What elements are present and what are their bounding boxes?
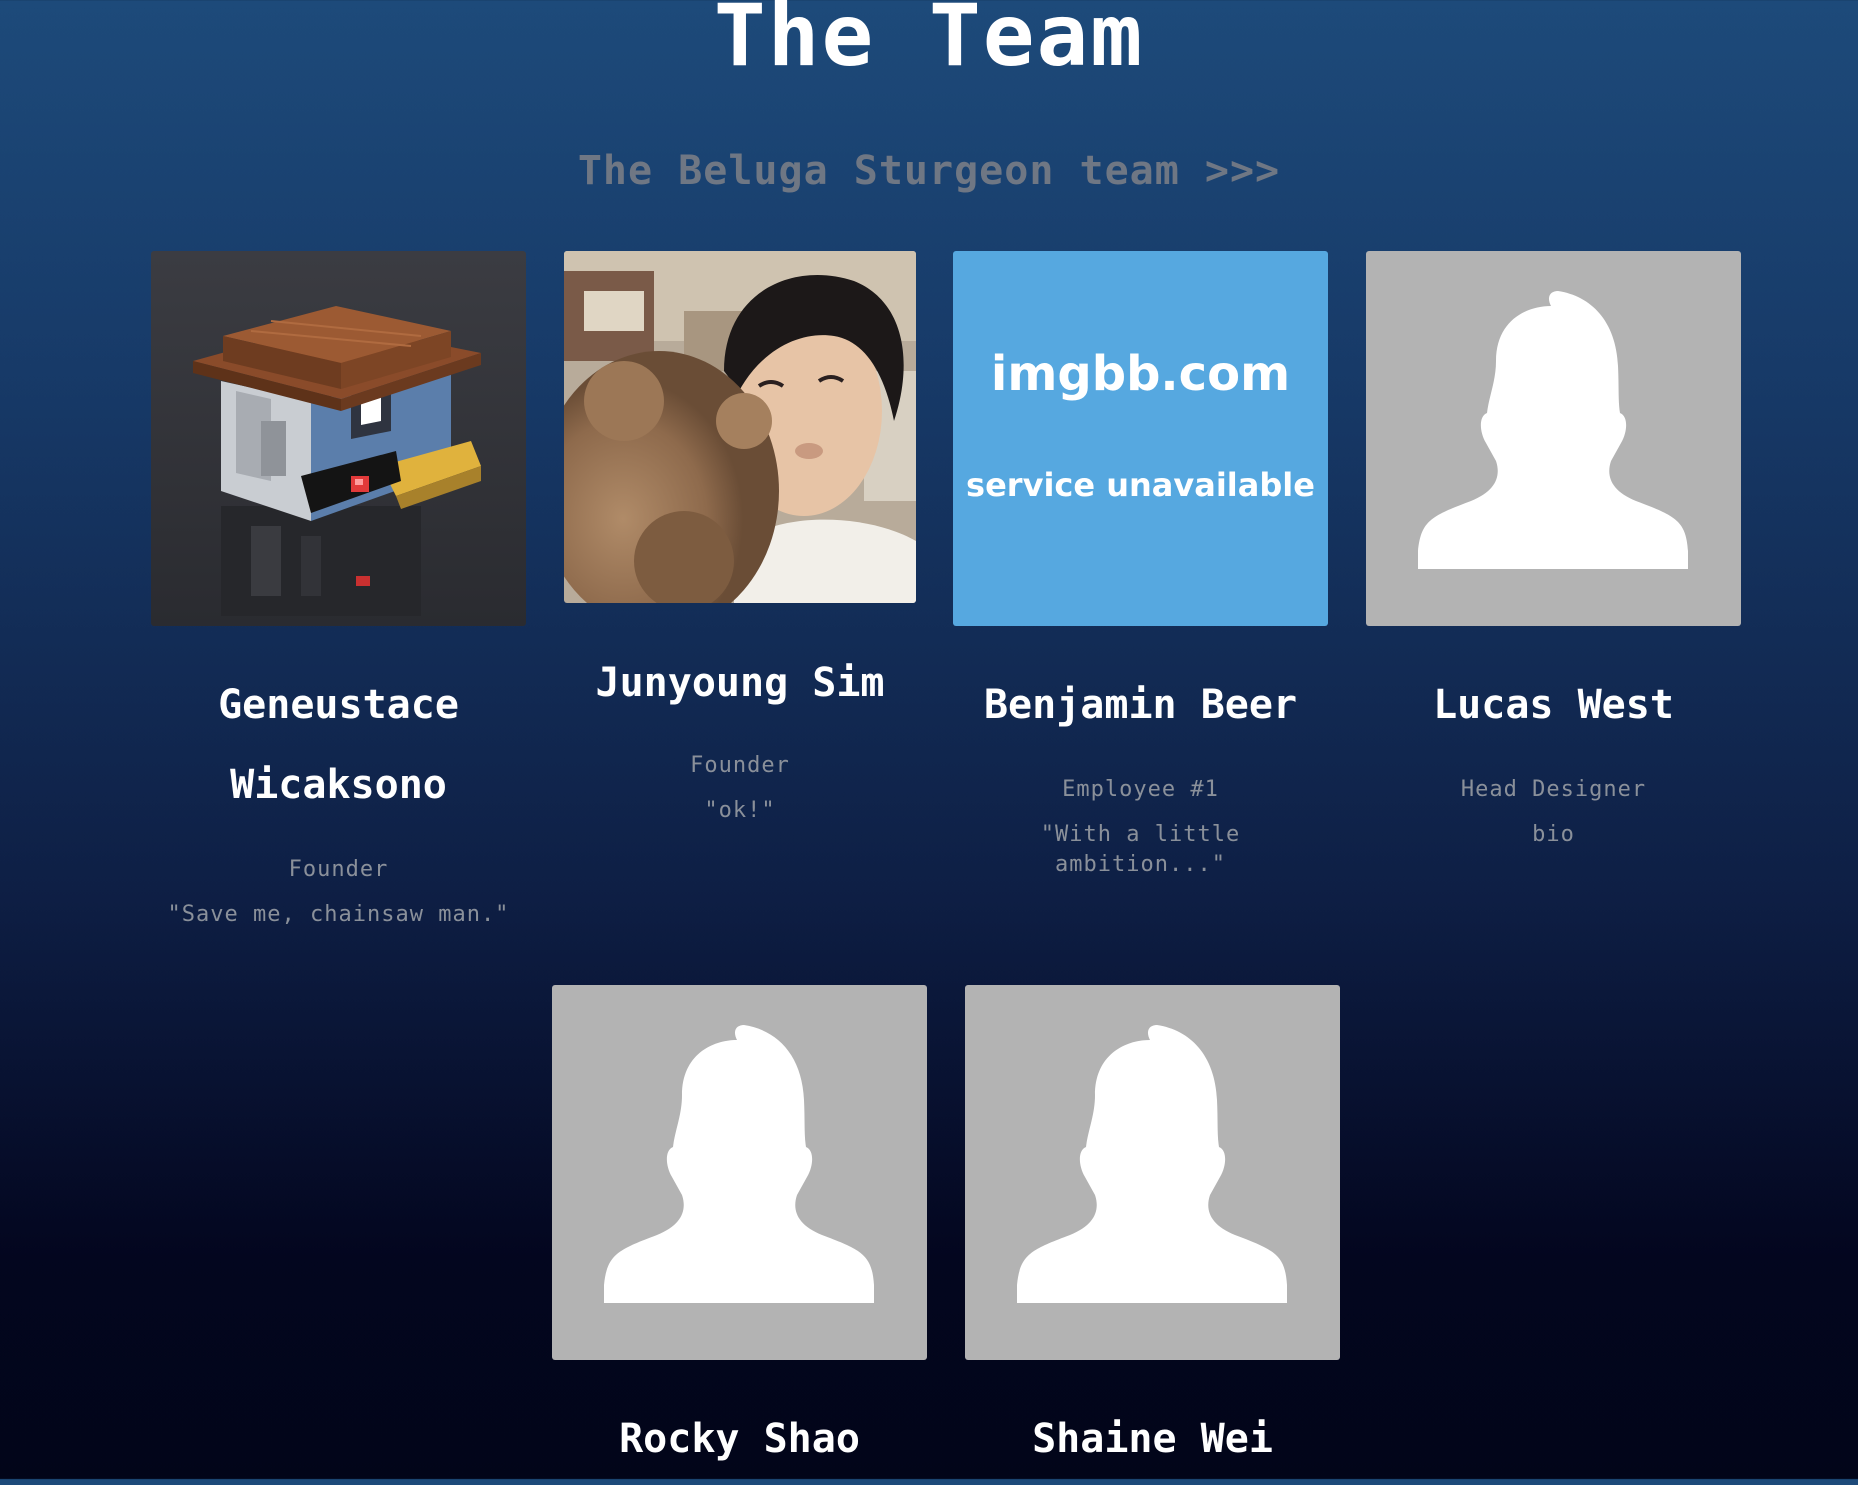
- imgbb-status-text: service unavailable: [966, 466, 1315, 504]
- team-member-card: imgbb.com service unavailable Benjamin B…: [953, 251, 1328, 877]
- member-photo: imgbb.com service unavailable: [953, 251, 1328, 626]
- default-avatar-icon: [604, 1025, 874, 1303]
- member-photo: [552, 985, 927, 1360]
- member-photo: [151, 251, 526, 626]
- team-member-card: Lucas West Head Designer bio: [1366, 251, 1741, 851]
- member-role: Employee #1: [1062, 777, 1219, 802]
- member-role: Head Designer: [1460, 777, 1647, 802]
- selfie-photo-image: [564, 251, 916, 603]
- member-photo: [965, 985, 1340, 1360]
- team-member-card: Junyoung Sim Founder "ok!": [564, 251, 939, 851]
- member-name: Rocky Shao: [619, 1416, 860, 1462]
- member-name-line1: Geneustace: [218, 682, 459, 728]
- page-subtitle: The Beluga Sturgeon team >>>: [577, 148, 1281, 194]
- team-member-card: Rocky Shao: [552, 985, 927, 1485]
- member-bio: bio: [1532, 822, 1575, 847]
- team-member-card: Geneustace Wicaksono Founder "Save me, c…: [151, 251, 526, 951]
- team-member-card: Shaine Wei: [965, 985, 1340, 1485]
- member-name: Junyoung Sim: [595, 660, 885, 706]
- member-bio: "Save me, chainsaw man.": [167, 902, 510, 927]
- voxel-character-image: [151, 251, 526, 626]
- imgbb-logo-text: imgbb.com: [990, 346, 1291, 402]
- member-bio: "With a little ambition...": [1040, 822, 1241, 877]
- member-photo: [1366, 251, 1741, 626]
- member-name: Geneustace Wicaksono: [151, 665, 526, 825]
- page-title: The Team: [713, 0, 1145, 86]
- member-name: Lucas West: [1433, 682, 1674, 728]
- default-avatar-icon: [1017, 1025, 1287, 1303]
- member-name: Shaine Wei: [1032, 1416, 1273, 1462]
- member-role: Founder: [690, 753, 790, 778]
- member-name-line2: Wicaksono: [230, 762, 447, 808]
- member-bio: "ok!": [704, 798, 776, 823]
- default-avatar-icon: [1418, 291, 1688, 569]
- member-photo: [564, 251, 916, 603]
- member-role: Founder: [288, 857, 389, 882]
- member-name: Benjamin Beer: [983, 682, 1298, 728]
